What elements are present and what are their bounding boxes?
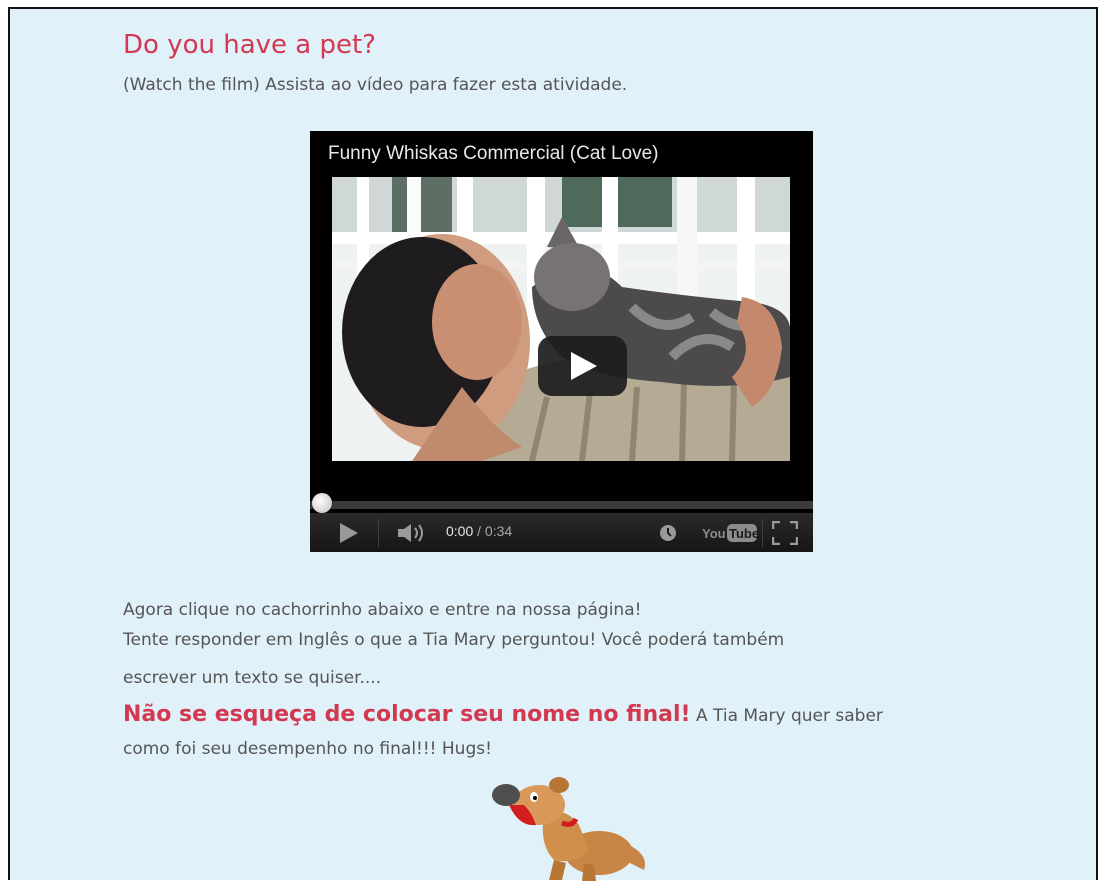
body-line-1: Agora clique no cachorrinho abaixo e ent… xyxy=(123,600,642,620)
page-frame: Do you have a pet? (Watch the film) Assi… xyxy=(8,7,1098,881)
post-title: Do you have a pet? xyxy=(123,30,376,60)
dog-icon xyxy=(492,777,645,881)
youtube-logo-tube: Tube xyxy=(729,526,758,541)
video-title[interactable]: Funny Whiskas Commercial (Cat Love) xyxy=(328,143,658,165)
volume-icon[interactable] xyxy=(396,522,428,544)
fullscreen-icon[interactable] xyxy=(772,521,798,545)
time-display: 0:00 / 0:34 xyxy=(446,523,512,539)
control-play-icon[interactable] xyxy=(340,523,358,543)
thumbnail-image xyxy=(332,177,790,461)
dog-link[interactable] xyxy=(484,775,654,889)
time-current: 0:00 xyxy=(446,523,474,539)
youtube-logo-you: You xyxy=(702,526,726,541)
video-thumbnail[interactable] xyxy=(332,177,790,461)
scrubber-handle[interactable] xyxy=(312,493,332,513)
name-reminder-warning: Não se esqueça de colocar seu nome no fi… xyxy=(123,702,691,727)
body-line-2: Tente responder em Inglês o que a Tia Ma… xyxy=(123,630,785,650)
time-total: 0:34 xyxy=(484,523,513,539)
body-line-4-rest: A Tia Mary quer saber xyxy=(690,706,883,726)
body-line-3: escrever um texto se quiser.... xyxy=(123,668,382,688)
play-overlay-button[interactable] xyxy=(538,336,627,396)
controls-divider xyxy=(762,519,763,547)
time-separator: / xyxy=(477,523,482,539)
watch-later-icon[interactable] xyxy=(658,523,678,543)
post-subtitle: (Watch the film) Assista ao vídeo para f… xyxy=(123,75,628,95)
play-icon xyxy=(571,352,597,380)
youtube-logo[interactable]: You Tube xyxy=(702,522,758,544)
body-line-4: Não se esqueça de colocar seu nome no fi… xyxy=(123,703,883,728)
controls-divider xyxy=(378,519,379,547)
body-line-5: como foi seu desempenho no final!!! Hugs… xyxy=(123,739,492,759)
player-controls: 0:00 / 0:34 You Tube xyxy=(310,513,813,552)
progress-bar[interactable] xyxy=(310,501,813,509)
video-player[interactable]: Funny Whiskas Commercial (Cat Love) 0:00… xyxy=(310,131,813,552)
